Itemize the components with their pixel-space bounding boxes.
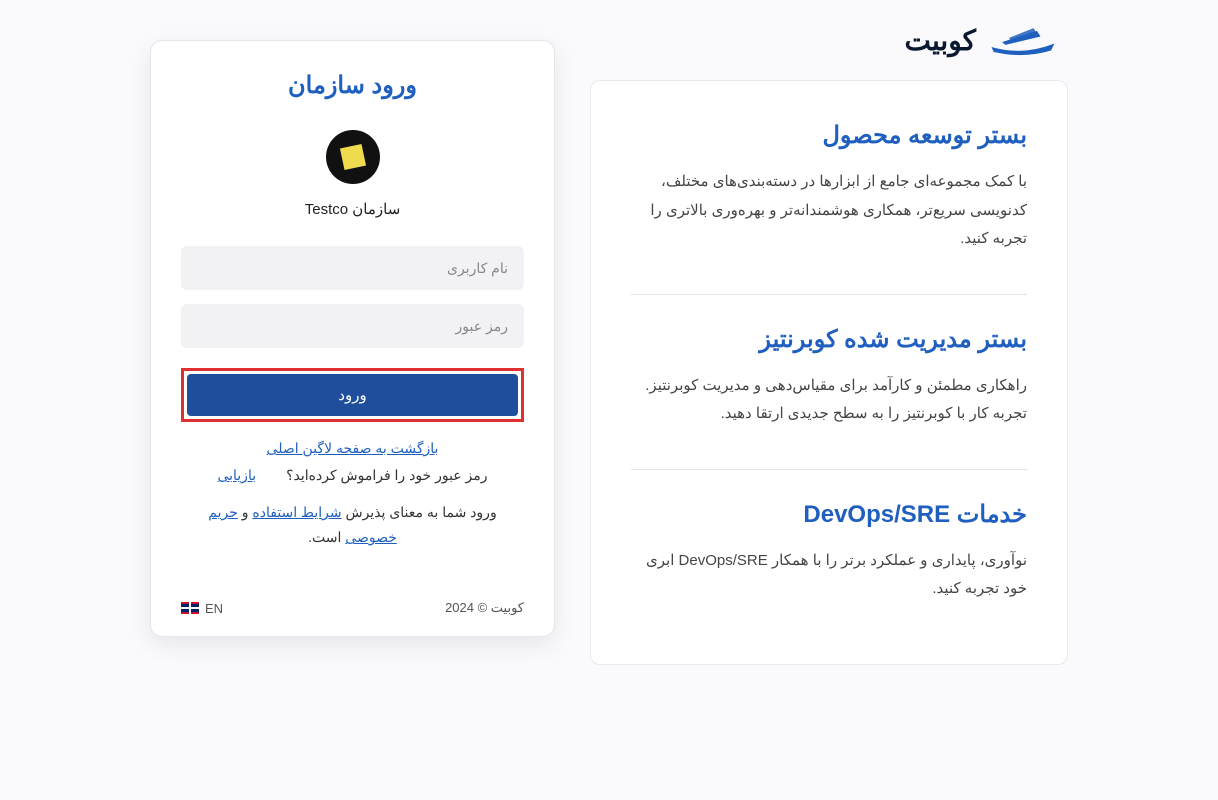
- login-button[interactable]: ورود: [187, 374, 518, 416]
- terms-link[interactable]: شرایط استفاده: [252, 504, 341, 520]
- info-section-devops: خدمات DevOps/SRE نوآوری، پایداری و عملکر…: [631, 500, 1027, 604]
- copyright: کوبیت © 2024: [445, 600, 524, 616]
- login-button-highlight: ورود: [181, 368, 524, 422]
- recover-link[interactable]: بازیابی: [217, 467, 256, 484]
- info-panel: بستر توسعه محصول با کمک مجموعه‌ای جامع ا…: [590, 80, 1068, 665]
- divider: [631, 294, 1027, 295]
- lang-label: EN: [205, 601, 223, 616]
- divider: [631, 469, 1027, 470]
- back-to-main-login-link[interactable]: بازگشت به صفحه لاگین اصلی: [267, 440, 439, 456]
- info-desc: با کمک مجموعه‌ای جامع از ابزارها در دسته…: [631, 168, 1027, 254]
- terms-and: و: [238, 504, 253, 520]
- boat-logo-icon: [988, 20, 1058, 60]
- forgot-row: رمز عبور خود را فراموش کرده‌اید؟ بازیابی: [217, 467, 487, 484]
- login-title: ورود سازمان: [288, 71, 417, 100]
- username-input[interactable]: [181, 246, 524, 290]
- terms-row: ورود شما به معنای پذیرش شرایط استفاده و …: [181, 500, 524, 550]
- org-logo: [326, 130, 380, 184]
- password-input[interactable]: [181, 304, 524, 348]
- terms-prefix: ورود شما به معنای پذیرش: [342, 504, 497, 520]
- login-card: ورود سازمان سازمان Testco ورود بازگشت به…: [150, 40, 555, 637]
- brand-name: کوبیت: [904, 24, 976, 57]
- terms-suffix: است.: [308, 529, 345, 545]
- org-logo-inner-icon: [339, 144, 365, 170]
- info-title: خدمات DevOps/SRE: [631, 500, 1027, 529]
- info-title: بستر مدیریت شده کوبرنتیز: [631, 325, 1027, 354]
- forgot-text: رمز عبور خود را فراموش کرده‌اید؟: [286, 467, 487, 484]
- card-footer: EN کوبیت © 2024: [181, 600, 524, 616]
- back-link-row: بازگشت به صفحه لاگین اصلی: [267, 440, 439, 457]
- info-desc: راهکاری مطمئن و کارآمد برای مقیاس‌دهی و …: [631, 372, 1027, 429]
- info-section-product: بستر توسعه محصول با کمک مجموعه‌ای جامع ا…: [631, 121, 1027, 254]
- info-desc: نوآوری، پایداری و عملکرد برتر را با همکا…: [631, 547, 1027, 604]
- uk-flag-icon: [181, 602, 199, 614]
- language-switch[interactable]: EN: [181, 601, 223, 616]
- info-title: بستر توسعه محصول: [631, 121, 1027, 150]
- org-name: سازمان Testco: [305, 200, 401, 218]
- info-section-kubernetes: بستر مدیریت شده کوبرنتیز راهکاری مطمئن و…: [631, 325, 1027, 429]
